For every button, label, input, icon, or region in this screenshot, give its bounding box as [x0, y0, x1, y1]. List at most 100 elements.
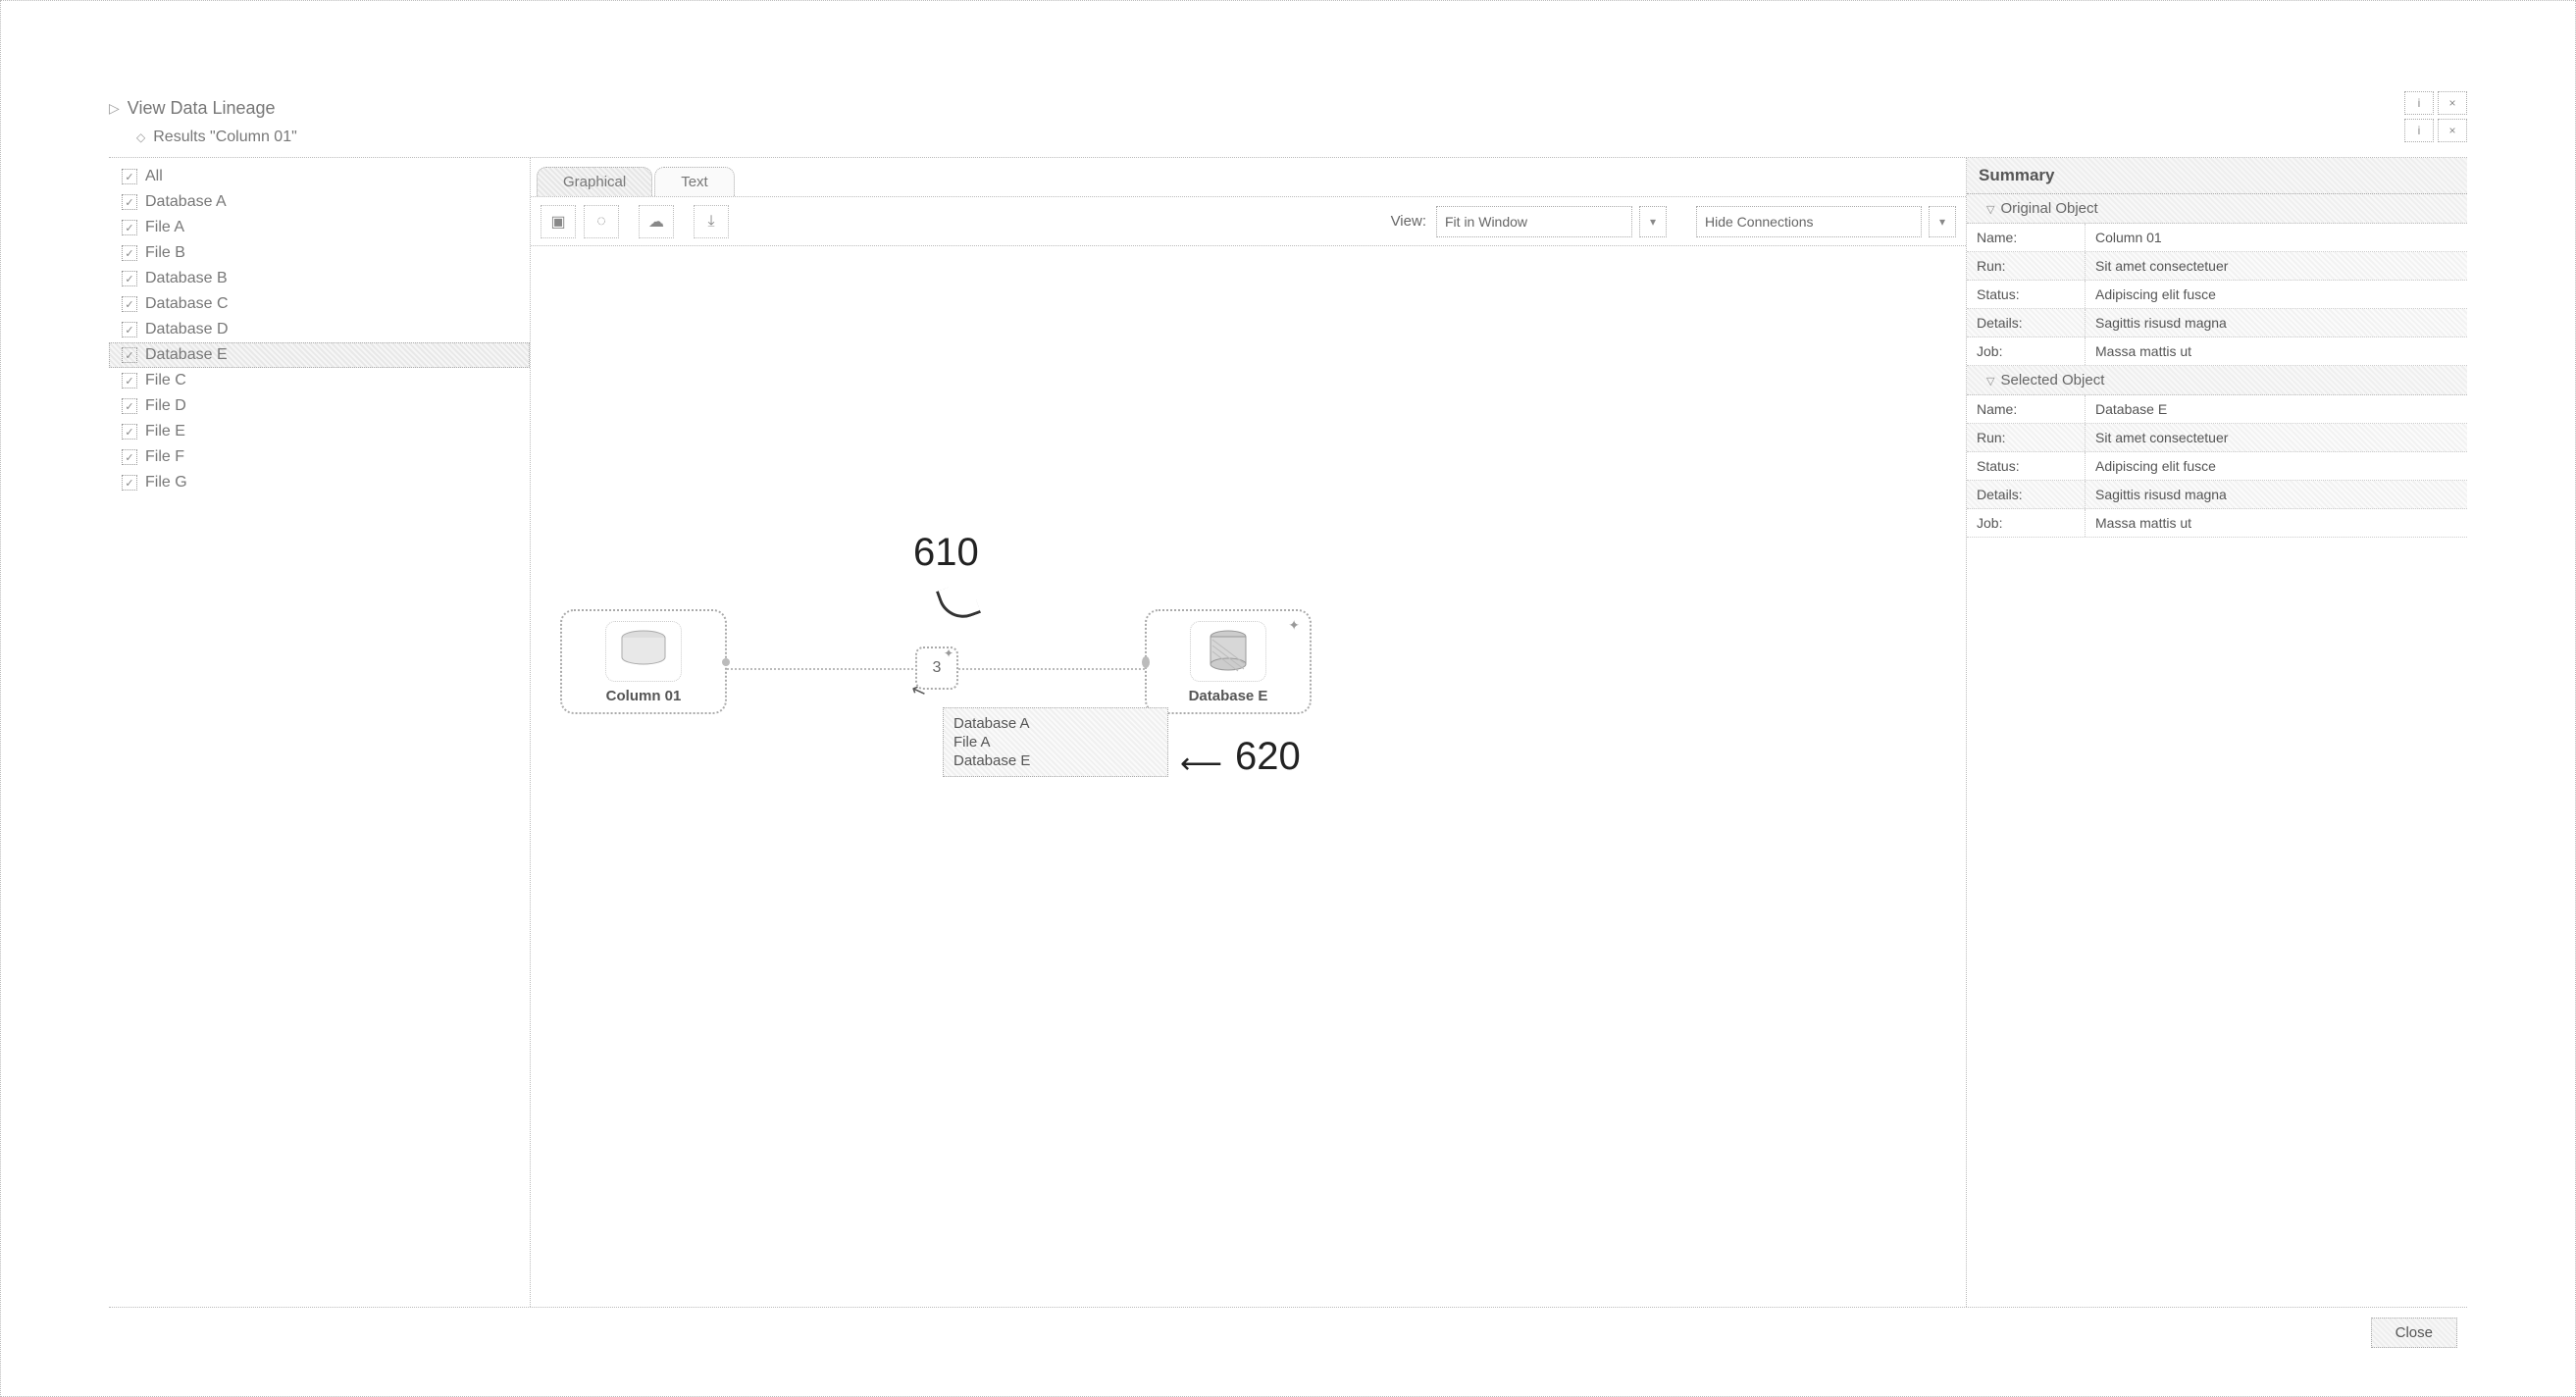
info-button-2[interactable]: i — [2404, 119, 2434, 142]
graph-edge — [958, 668, 1145, 670]
summary-row: Details:Sagittis risusd magna — [1967, 309, 2467, 337]
sidebar-item-file-e[interactable]: ✓ File E — [109, 419, 530, 444]
chevron-down-icon[interactable]: ▾ — [1639, 206, 1667, 237]
column-icon — [605, 621, 682, 682]
sidebar-item-label: File F — [145, 448, 184, 466]
summary-title: Summary — [1967, 158, 2467, 194]
summary-value: Massa mattis ut — [2085, 509, 2467, 537]
chevron-down-icon[interactable]: ▾ — [1929, 206, 1956, 237]
sidebar-item-database-c[interactable]: ✓ Database C — [109, 291, 530, 317]
summary-value: Sit amet consectetuer — [2085, 424, 2467, 451]
summary-value: Sit amet consectetuer — [2085, 252, 2467, 280]
tab-graphical[interactable]: Graphical — [537, 167, 652, 196]
sidebar-item-database-e[interactable]: ✓ Database E — [109, 342, 530, 368]
titlebar-buttons: i × i × — [2404, 91, 2467, 142]
checkbox-icon[interactable]: ✓ — [122, 220, 137, 235]
summary-key: Run: — [1967, 252, 2085, 280]
node-label: Column 01 — [568, 688, 719, 704]
summary-key: Job: — [1967, 509, 2085, 537]
checkbox-icon[interactable]: ✓ — [122, 449, 137, 465]
star-icon: ✦ — [1288, 617, 1300, 634]
graph-edge — [727, 668, 913, 670]
sidebar-item-file-g[interactable]: ✓ File G — [109, 470, 530, 495]
sidebar-item-label: File E — [145, 423, 185, 440]
summary-row: Run:Sit amet consectetuer — [1967, 252, 2467, 281]
toolbar: ▣ ◌ ☁ ⤓ View: Fit in Window ▾ Hide Conne… — [531, 197, 1966, 246]
sidebar-item-database-b[interactable]: ✓ Database B — [109, 266, 530, 291]
hide-connections-select[interactable]: Hide Connections — [1696, 206, 1922, 237]
summary-row: Details:Sagittis risusd magna — [1967, 481, 2467, 509]
close-button-2[interactable]: × — [2438, 119, 2467, 142]
callout-leader — [936, 580, 981, 625]
info-button-1[interactable]: i — [2404, 91, 2434, 115]
summary-row: Name:Column 01 — [1967, 224, 2467, 252]
sidebar-item-file-a[interactable]: ✓ File A — [109, 215, 530, 240]
sidebar-item-label: Database C — [145, 295, 229, 313]
callout-label-610: 610 — [913, 531, 979, 575]
graph-hop-node[interactable]: ✦ 3 ↖ — [915, 647, 958, 690]
checkbox-icon[interactable]: ✓ — [122, 194, 137, 210]
toolbar-button-3[interactable]: ☁ — [639, 205, 674, 238]
graph-canvas[interactable]: Column 01 ✦ 3 ↖ ✦ — [531, 246, 1966, 1307]
checkbox-icon[interactable]: ✓ — [122, 271, 137, 286]
view-select[interactable]: Fit in Window — [1436, 206, 1632, 237]
window-title: View Data Lineage — [128, 98, 276, 119]
sidebar: ✓ All ✓ Database A ✓ File A ✓ File B ✓ D… — [109, 158, 531, 1307]
checkbox-icon[interactable]: ✓ — [122, 347, 137, 363]
toolbar-button-2[interactable]: ◌ — [584, 205, 619, 238]
hop-tooltip: Database A File A Database E — [943, 707, 1168, 777]
summary-key: Job: — [1967, 337, 2085, 365]
checkbox-icon[interactable]: ✓ — [122, 398, 137, 414]
summary-key: Name: — [1967, 224, 2085, 251]
summary-panel: Summary Original Object Name:Column 01 R… — [1967, 158, 2467, 1307]
toolbar-button-4[interactable]: ⤓ — [694, 205, 729, 238]
summary-selected-heading[interactable]: Selected Object — [1967, 366, 2467, 395]
summary-key: Name: — [1967, 395, 2085, 423]
checkbox-icon[interactable]: ✓ — [122, 373, 137, 388]
summary-value: Sagittis risusd magna — [2085, 309, 2467, 336]
tooltip-item: Database A — [953, 714, 1158, 733]
summary-key: Status: — [1967, 452, 2085, 480]
arrow-icon: ⟵ — [1180, 747, 1222, 781]
graph-node-database-e[interactable]: ✦ Database E — [1145, 609, 1312, 714]
summary-row: Run:Sit amet consectetuer — [1967, 424, 2467, 452]
summary-key: Run: — [1967, 424, 2085, 451]
sidebar-item-file-c[interactable]: ✓ File C — [109, 368, 530, 393]
close-button-1[interactable]: × — [2438, 91, 2467, 115]
checkbox-icon[interactable]: ✓ — [122, 424, 137, 440]
sidebar-item-label: File B — [145, 244, 185, 262]
node-label: Database E — [1153, 688, 1304, 704]
summary-value: Database E — [2085, 395, 2467, 423]
close-button[interactable]: Close — [2371, 1318, 2457, 1348]
tab-text[interactable]: Text — [654, 167, 735, 196]
checkbox-icon[interactable]: ✓ — [122, 169, 137, 184]
checkbox-icon[interactable]: ✓ — [122, 322, 137, 337]
checkbox-icon[interactable]: ✓ — [122, 245, 137, 261]
sidebar-item-database-a[interactable]: ✓ Database A — [109, 189, 530, 215]
sidebar-item-label: Database B — [145, 270, 228, 287]
sidebar-item-file-f[interactable]: ✓ File F — [109, 444, 530, 470]
sidebar-item-file-d[interactable]: ✓ File D — [109, 393, 530, 419]
summary-key: Details: — [1967, 309, 2085, 336]
summary-row: Status:Adipiscing elit fusce — [1967, 452, 2467, 481]
checkbox-icon[interactable]: ✓ — [122, 475, 137, 491]
sidebar-item-file-b[interactable]: ✓ File B — [109, 240, 530, 266]
toolbar-button-1[interactable]: ▣ — [541, 205, 576, 238]
callout-label-620: 620 — [1235, 735, 1301, 779]
main-panel: Graphical Text ▣ ◌ ☁ ⤓ View: Fit in Wind… — [531, 158, 1967, 1307]
sidebar-item-all[interactable]: ✓ All — [109, 164, 530, 189]
results-subtitle: Results "Column 01" — [153, 129, 297, 146]
checkbox-icon[interactable]: ✓ — [122, 296, 137, 312]
app-window: ▷ View Data Lineage ◇ Results "Column 01… — [0, 0, 2576, 1397]
sidebar-item-database-d[interactable]: ✓ Database D — [109, 317, 530, 342]
summary-value: Adipiscing elit fusce — [2085, 281, 2467, 308]
summary-row: Job:Massa mattis ut — [1967, 509, 2467, 538]
summary-key: Details: — [1967, 481, 2085, 508]
title-bar: ▷ View Data Lineage ◇ Results "Column 01… — [109, 89, 2467, 158]
graph-node-column-01[interactable]: Column 01 — [560, 609, 727, 714]
sidebar-item-label: Database E — [145, 346, 228, 364]
summary-value: Column 01 — [2085, 224, 2467, 251]
summary-original-heading[interactable]: Original Object — [1967, 194, 2467, 224]
cursor-icon: ↖ — [908, 679, 929, 703]
sidebar-item-label: Database D — [145, 321, 229, 338]
